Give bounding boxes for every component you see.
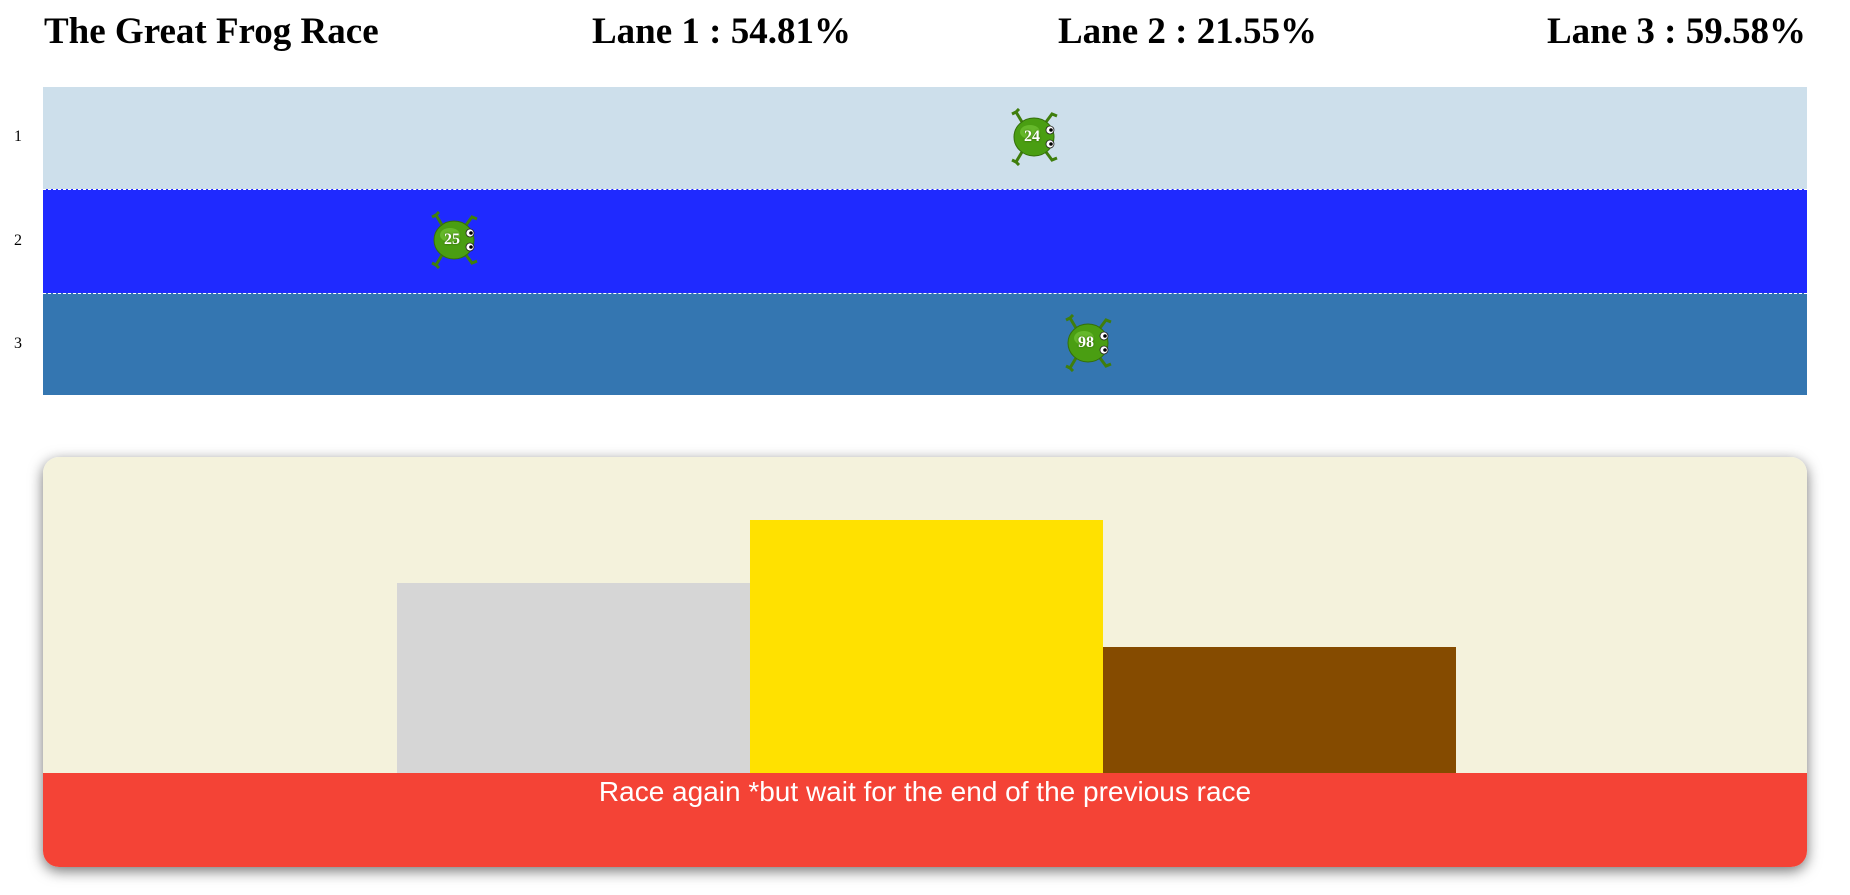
lane-1-stat: Lane 1 : 54.81%	[592, 11, 851, 52]
podium-panel: Race again *but wait for the end of the …	[43, 457, 1807, 867]
frog-lane-3: 98	[1064, 314, 1116, 372]
lane-2-stat: Lane 2 : 21.55%	[1058, 11, 1317, 52]
lane-3	[43, 293, 1807, 395]
lane-2-number: 2	[14, 232, 22, 249]
lane-3-stat: Lane 3 : 59.58%	[1547, 11, 1806, 52]
podium-first-place	[750, 520, 1103, 773]
frog-number: 24	[1024, 128, 1040, 145]
frog-number: 25	[444, 231, 460, 248]
podium-second-place	[397, 583, 750, 773]
lane-1	[43, 87, 1807, 189]
race-track	[43, 87, 1807, 395]
frog-number: 98	[1078, 334, 1094, 351]
race-again-button[interactable]: Race again *but wait for the end of the …	[43, 773, 1807, 867]
header: The Great Frog Race Lane 1 : 54.81% Lane…	[0, 0, 1850, 80]
lane-2	[43, 189, 1807, 293]
lane-1-number: 1	[14, 128, 22, 145]
podium-area	[43, 457, 1807, 773]
frog-lane-2: 25	[430, 211, 482, 269]
podium-third-place	[1103, 647, 1456, 773]
frog-lane-1: 24	[1010, 108, 1062, 166]
lane-3-number: 3	[14, 335, 22, 352]
page-title: The Great Frog Race	[44, 11, 379, 52]
